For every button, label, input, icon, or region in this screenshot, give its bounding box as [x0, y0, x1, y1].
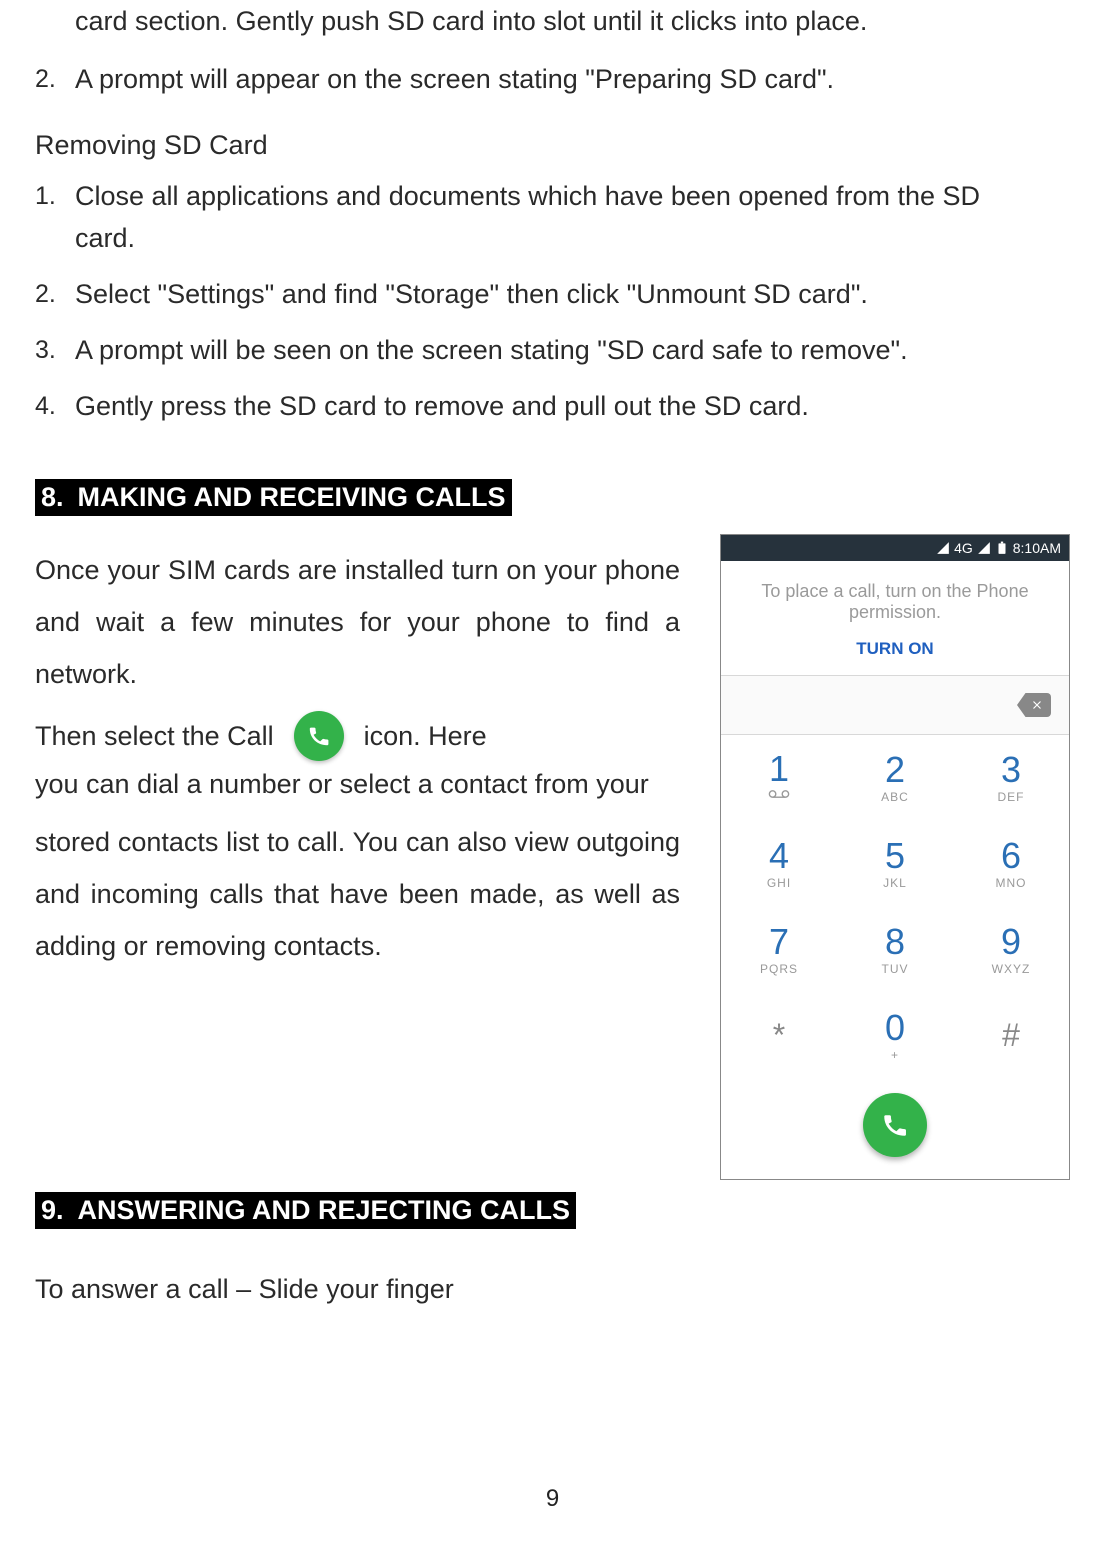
signal-icon: [936, 541, 950, 555]
key-sub: PQRS: [760, 962, 798, 976]
removing-item-1: 1. Close all applications and documents …: [35, 175, 1070, 259]
sec8-para1: Once your SIM cards are installed turn o…: [35, 544, 680, 700]
removing-sd-heading: Removing SD Card: [35, 130, 1070, 161]
key-sub: DEF: [998, 790, 1025, 804]
key-digit: 2: [885, 752, 905, 788]
key-digit: 4: [769, 838, 789, 874]
sec8-para2-row: Then select the Call icon. Here: [35, 710, 680, 762]
prompt-text: To place a call, turn on the Phone permi…: [741, 581, 1049, 623]
section-9-heading: 9.ANSWERING AND REJECTING CALLS: [35, 1192, 576, 1229]
list-number: 4.: [35, 385, 56, 427]
list-number: 3.: [35, 329, 56, 371]
voicemail-icon: [768, 787, 790, 805]
list-text: Select "Settings" and find "Storage" the…: [75, 279, 868, 309]
dial-button[interactable]: [863, 1093, 927, 1157]
removing-sd-list: 1. Close all applications and documents …: [35, 175, 1070, 427]
battery-icon: [995, 541, 1009, 555]
key-hash[interactable]: #: [953, 993, 1069, 1079]
phone-status-bar: 4G 8:10AM: [721, 535, 1069, 561]
key-star[interactable]: *: [721, 993, 837, 1079]
section-title: ANSWERING AND REJECTING CALLS: [78, 1195, 571, 1225]
key-digit: 5: [885, 838, 905, 874]
key-digit: *: [773, 1019, 785, 1051]
section-8-body: Once your SIM cards are installed turn o…: [35, 544, 680, 1180]
turn-on-button[interactable]: TURN ON: [741, 639, 1049, 659]
sd-insert-item2: 2. A prompt will appear on the screen st…: [35, 58, 1070, 100]
key-9[interactable]: 9 WXYZ: [953, 907, 1069, 993]
key-sub: TUV: [882, 962, 909, 976]
page-number: 9: [0, 1485, 1105, 1513]
sec8-para2d: stored contacts list to call. You can al…: [35, 816, 680, 972]
status-time: 8:10AM: [1013, 540, 1061, 556]
list-text: A prompt will be seen on the screen stat…: [75, 335, 908, 365]
list-number: 2.: [35, 58, 56, 100]
sec8-para2c: you can dial a number or select a contac…: [35, 762, 680, 806]
removing-item-4: 4. Gently press the SD card to remove an…: [35, 385, 1070, 427]
section-number: 8.: [35, 482, 78, 513]
sd-insert-list-cont: 2. A prompt will appear on the screen st…: [35, 58, 1070, 100]
sec8-para2b: icon. Here: [364, 710, 487, 762]
removing-item-3: 3. A prompt will be seen on the screen s…: [35, 329, 1070, 371]
key-6[interactable]: 6 MNO: [953, 821, 1069, 907]
dial-button-row: [721, 1079, 1069, 1179]
key-5[interactable]: 5 JKL: [837, 821, 953, 907]
sd-insert-item1-cont: card section. Gently push SD card into s…: [75, 0, 1070, 42]
backspace-x-icon: [1030, 698, 1044, 712]
backspace-button[interactable]: [1017, 693, 1051, 717]
permission-prompt: To place a call, turn on the Phone permi…: [721, 561, 1069, 675]
key-digit: 3: [1001, 752, 1021, 788]
key-0[interactable]: 0+: [837, 993, 953, 1079]
list-text: A prompt will appear on the screen stati…: [75, 64, 834, 94]
key-digit: 1: [769, 751, 789, 787]
list-text: Close all applications and documents whi…: [75, 181, 980, 253]
list-text: Gently press the SD card to remove and p…: [75, 391, 809, 421]
key-3[interactable]: 3 DEF: [953, 735, 1069, 821]
key-digit: 6: [1001, 838, 1021, 874]
section-number: 9.: [35, 1195, 78, 1226]
key-1[interactable]: 1: [721, 735, 837, 821]
removing-item-2: 2. Select "Settings" and find "Storage" …: [35, 273, 1070, 315]
list-number: 2.: [35, 273, 56, 315]
section-8-heading: 8.MAKING AND RECEIVING CALLS: [35, 479, 512, 516]
dial-input-row: [721, 675, 1069, 735]
sec8-para2a: Then select the Call: [35, 710, 274, 762]
key-2[interactable]: 2 ABC: [837, 735, 953, 821]
key-digit: 9: [1001, 924, 1021, 960]
phone-icon: [881, 1111, 909, 1139]
key-sub: WXYZ: [992, 962, 1031, 976]
key-sub: GHI: [767, 876, 791, 890]
key-sub: +: [891, 1048, 899, 1062]
key-4[interactable]: 4 GHI: [721, 821, 837, 907]
phone-icon: [307, 724, 331, 748]
key-8[interactable]: 8 TUV: [837, 907, 953, 993]
sec9-para1: To answer a call – Slide your finger: [35, 1263, 1070, 1315]
wifi-icon: [977, 541, 991, 555]
key-digit: 8: [885, 924, 905, 960]
phone-screenshot: 4G 8:10AM To place a call, turn on the P…: [720, 534, 1070, 1180]
status-network: 4G: [954, 540, 973, 556]
key-sub: MNO: [996, 876, 1027, 890]
key-sub: JKL: [883, 876, 907, 890]
dial-keypad: 1 2 ABC 3 DEF 4 GHI 5 JKL 6 MNO 7 PQRS 8 TUV 9 W…: [721, 735, 1069, 1079]
list-number: 1.: [35, 175, 56, 217]
key-7[interactable]: 7 PQRS: [721, 907, 837, 993]
key-digit: 7: [769, 924, 789, 960]
key-digit: #: [1002, 1019, 1020, 1051]
key-digit: 0: [885, 1010, 905, 1046]
key-sub: ABC: [881, 790, 909, 804]
call-app-icon: [294, 711, 344, 761]
section-title: MAKING AND RECEIVING CALLS: [78, 482, 506, 512]
